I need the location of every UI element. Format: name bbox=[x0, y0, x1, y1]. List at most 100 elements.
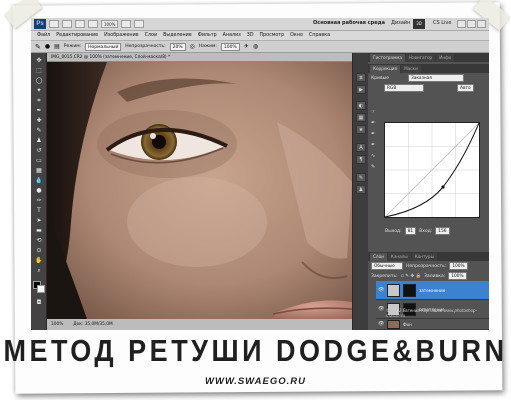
swatches-panel-icon[interactable]: ▦ bbox=[356, 113, 366, 122]
eyedropper-icon[interactable]: ✒ bbox=[34, 107, 44, 115]
pressure-icon[interactable]: ◎ bbox=[190, 43, 195, 50]
curves-preset-select[interactable]: Заказная bbox=[407, 74, 464, 82]
blend-mode-select[interactable]: Обычные bbox=[371, 262, 403, 270]
layer-mask-thumbnail[interactable] bbox=[403, 283, 416, 297]
brush-panel-icon[interactable]: ✎ bbox=[356, 173, 366, 182]
visibility-eye-icon[interactable]: 👁 bbox=[378, 306, 384, 312]
background-color-swatch[interactable] bbox=[37, 285, 45, 293]
tab-navigator[interactable]: Навигатор bbox=[405, 54, 436, 62]
tab-masks[interactable]: Маски bbox=[401, 65, 421, 73]
cs-live-button[interactable]: CS Live bbox=[433, 20, 451, 26]
menu-item[interactable]: Изображение bbox=[104, 33, 139, 38]
maximize-button[interactable] bbox=[467, 20, 476, 28]
layer-row[interactable]: 👁 затемнение bbox=[376, 281, 489, 300]
styles-panel-icon[interactable]: ★ bbox=[356, 125, 366, 134]
shape-tool-icon[interactable]: ▬ bbox=[34, 227, 44, 235]
menu-item[interactable]: 3D bbox=[247, 33, 254, 38]
hand-tool-button[interactable] bbox=[75, 20, 85, 28]
fill-field[interactable]: 100% bbox=[448, 272, 467, 280]
mode-select[interactable]: Нормальный bbox=[85, 42, 122, 51]
clone-source-panel-icon[interactable]: ♟ bbox=[356, 185, 366, 194]
screen-mode-button[interactable] bbox=[134, 20, 145, 28]
design-badge[interactable]: 3D bbox=[413, 19, 425, 29]
menu-item[interactable]: Анализ bbox=[223, 33, 241, 38]
history-panel-icon[interactable]: ⧖ bbox=[356, 73, 366, 82]
lasso-tool-icon[interactable]: ◯ bbox=[34, 77, 44, 85]
zoom-level[interactable]: 100% bbox=[101, 20, 119, 28]
healing-brush-icon[interactable]: ✚ bbox=[34, 117, 44, 125]
menu-item[interactable]: Просмотр bbox=[260, 33, 285, 38]
lock-icons[interactable]: ▫ ✎ ✥ 🔒 bbox=[401, 274, 422, 279]
menu-item[interactable]: Справка bbox=[309, 33, 330, 38]
target-adjust-icon[interactable]: ☞ bbox=[371, 109, 377, 115]
eraser-icon[interactable]: ▭ bbox=[34, 157, 44, 165]
zoom-tool-button[interactable] bbox=[88, 20, 98, 28]
document-tab[interactable]: IMG_0015.CR2 @ 100% (затемнение, Слой-ма… bbox=[47, 53, 352, 62]
menu-item[interactable]: Окно bbox=[290, 33, 303, 38]
visibility-eye-icon[interactable]: 👁 bbox=[378, 287, 384, 293]
input-field[interactable]: 156 bbox=[435, 227, 450, 235]
close-button[interactable] bbox=[477, 20, 486, 28]
gray-point-eyedropper-icon[interactable]: ✒ bbox=[371, 131, 377, 137]
menu-item[interactable]: Файл bbox=[37, 33, 50, 38]
paragraph-panel-icon[interactable]: ¶ bbox=[356, 155, 366, 164]
move-tool-icon[interactable]: ✥ bbox=[34, 57, 44, 65]
layer-row[interactable]: 👁 Фон bbox=[376, 319, 489, 330]
color-panel-icon[interactable]: ◐ bbox=[356, 101, 366, 110]
layer-opacity-field[interactable]: 100% bbox=[449, 262, 468, 270]
auto-button[interactable]: Авто bbox=[457, 84, 474, 92]
brush-size-icon[interactable]: ● bbox=[45, 43, 50, 50]
marquee-tool-icon[interactable]: ⬚ bbox=[34, 67, 44, 75]
output-field[interactable]: 81 bbox=[404, 227, 417, 235]
menu-item[interactable]: Выделение bbox=[163, 33, 192, 38]
pen-tool-icon[interactable]: ✑ bbox=[34, 197, 44, 205]
menu-item[interactable]: Фильтр bbox=[198, 33, 217, 38]
menu-item[interactable]: Слои bbox=[145, 33, 157, 38]
blur-tool-icon[interactable]: 💧 bbox=[34, 177, 44, 185]
actions-panel-icon[interactable]: ▶ bbox=[356, 85, 366, 94]
tab-histogram[interactable]: Гистограмма bbox=[370, 54, 405, 62]
dodge-tool-icon[interactable]: ● bbox=[34, 187, 44, 195]
minimize-button[interactable] bbox=[457, 20, 466, 28]
curve-point-icon[interactable]: ∿ bbox=[371, 153, 377, 159]
pencil-curve-icon[interactable]: ✎ bbox=[371, 164, 377, 170]
tab-channels[interactable]: Каналы bbox=[387, 253, 411, 261]
zoom-tool-icon[interactable]: ⌕ bbox=[34, 267, 44, 275]
pressure-field[interactable]: 100% bbox=[220, 42, 240, 51]
channel-select[interactable]: RGB bbox=[384, 84, 424, 92]
menu-item[interactable]: Редактирование bbox=[56, 33, 98, 38]
brush-panel-icon[interactable]: ▤ bbox=[54, 43, 60, 50]
character-panel-icon[interactable]: A bbox=[356, 143, 366, 152]
crop-tool-icon[interactable]: ⌗ bbox=[34, 97, 44, 105]
workspace-label[interactable]: Основная рабочая среда bbox=[313, 20, 385, 26]
tab-adjustments[interactable]: Коррекция bbox=[370, 65, 401, 73]
tab-info[interactable]: Инфо bbox=[436, 54, 455, 62]
path-selection-icon[interactable]: ➤ bbox=[34, 217, 44, 225]
3d-orbit-icon[interactable]: ⊙ bbox=[34, 247, 44, 255]
opacity-field[interactable]: 20% bbox=[169, 42, 186, 51]
white-point-eyedropper-icon[interactable]: ✒ bbox=[371, 142, 377, 148]
tab-paths[interactable]: Контуры bbox=[411, 253, 437, 261]
design-label[interactable]: Дизайн bbox=[391, 20, 410, 26]
history-brush-icon[interactable]: ↺ bbox=[34, 147, 44, 155]
brush-tool-icon[interactable]: ✎ bbox=[34, 127, 44, 135]
curve-control-point[interactable] bbox=[441, 185, 445, 189]
airbrush-icon[interactable]: ✈ bbox=[244, 43, 249, 50]
hand-tool-icon[interactable]: ✋ bbox=[34, 257, 44, 265]
tablet-icon[interactable]: ◍ bbox=[253, 43, 258, 50]
tool-preset-icon[interactable]: ✎ bbox=[35, 43, 41, 51]
magic-wand-icon[interactable]: ✦ bbox=[34, 87, 44, 95]
image-canvas[interactable] bbox=[47, 62, 352, 319]
site-url[interactable]: WWW.SWAEGO.RU bbox=[0, 376, 511, 387]
visibility-eye-icon[interactable]: 👁 bbox=[378, 321, 384, 327]
minibridge-button[interactable] bbox=[62, 20, 72, 28]
arrange-documents-button[interactable] bbox=[121, 20, 132, 28]
clone-stamp-icon[interactable]: ♟ bbox=[34, 137, 44, 145]
status-zoom[interactable]: 100% bbox=[51, 322, 63, 327]
3d-rotate-icon[interactable]: ⟲ bbox=[34, 237, 44, 245]
quick-mask-icon[interactable]: ◘ bbox=[34, 299, 44, 307]
gradient-tool-icon[interactable]: ▦ bbox=[34, 167, 44, 175]
black-point-eyedropper-icon[interactable]: ✒ bbox=[371, 120, 377, 126]
type-tool-icon[interactable]: T bbox=[34, 207, 44, 215]
curves-graph[interactable] bbox=[384, 122, 480, 218]
